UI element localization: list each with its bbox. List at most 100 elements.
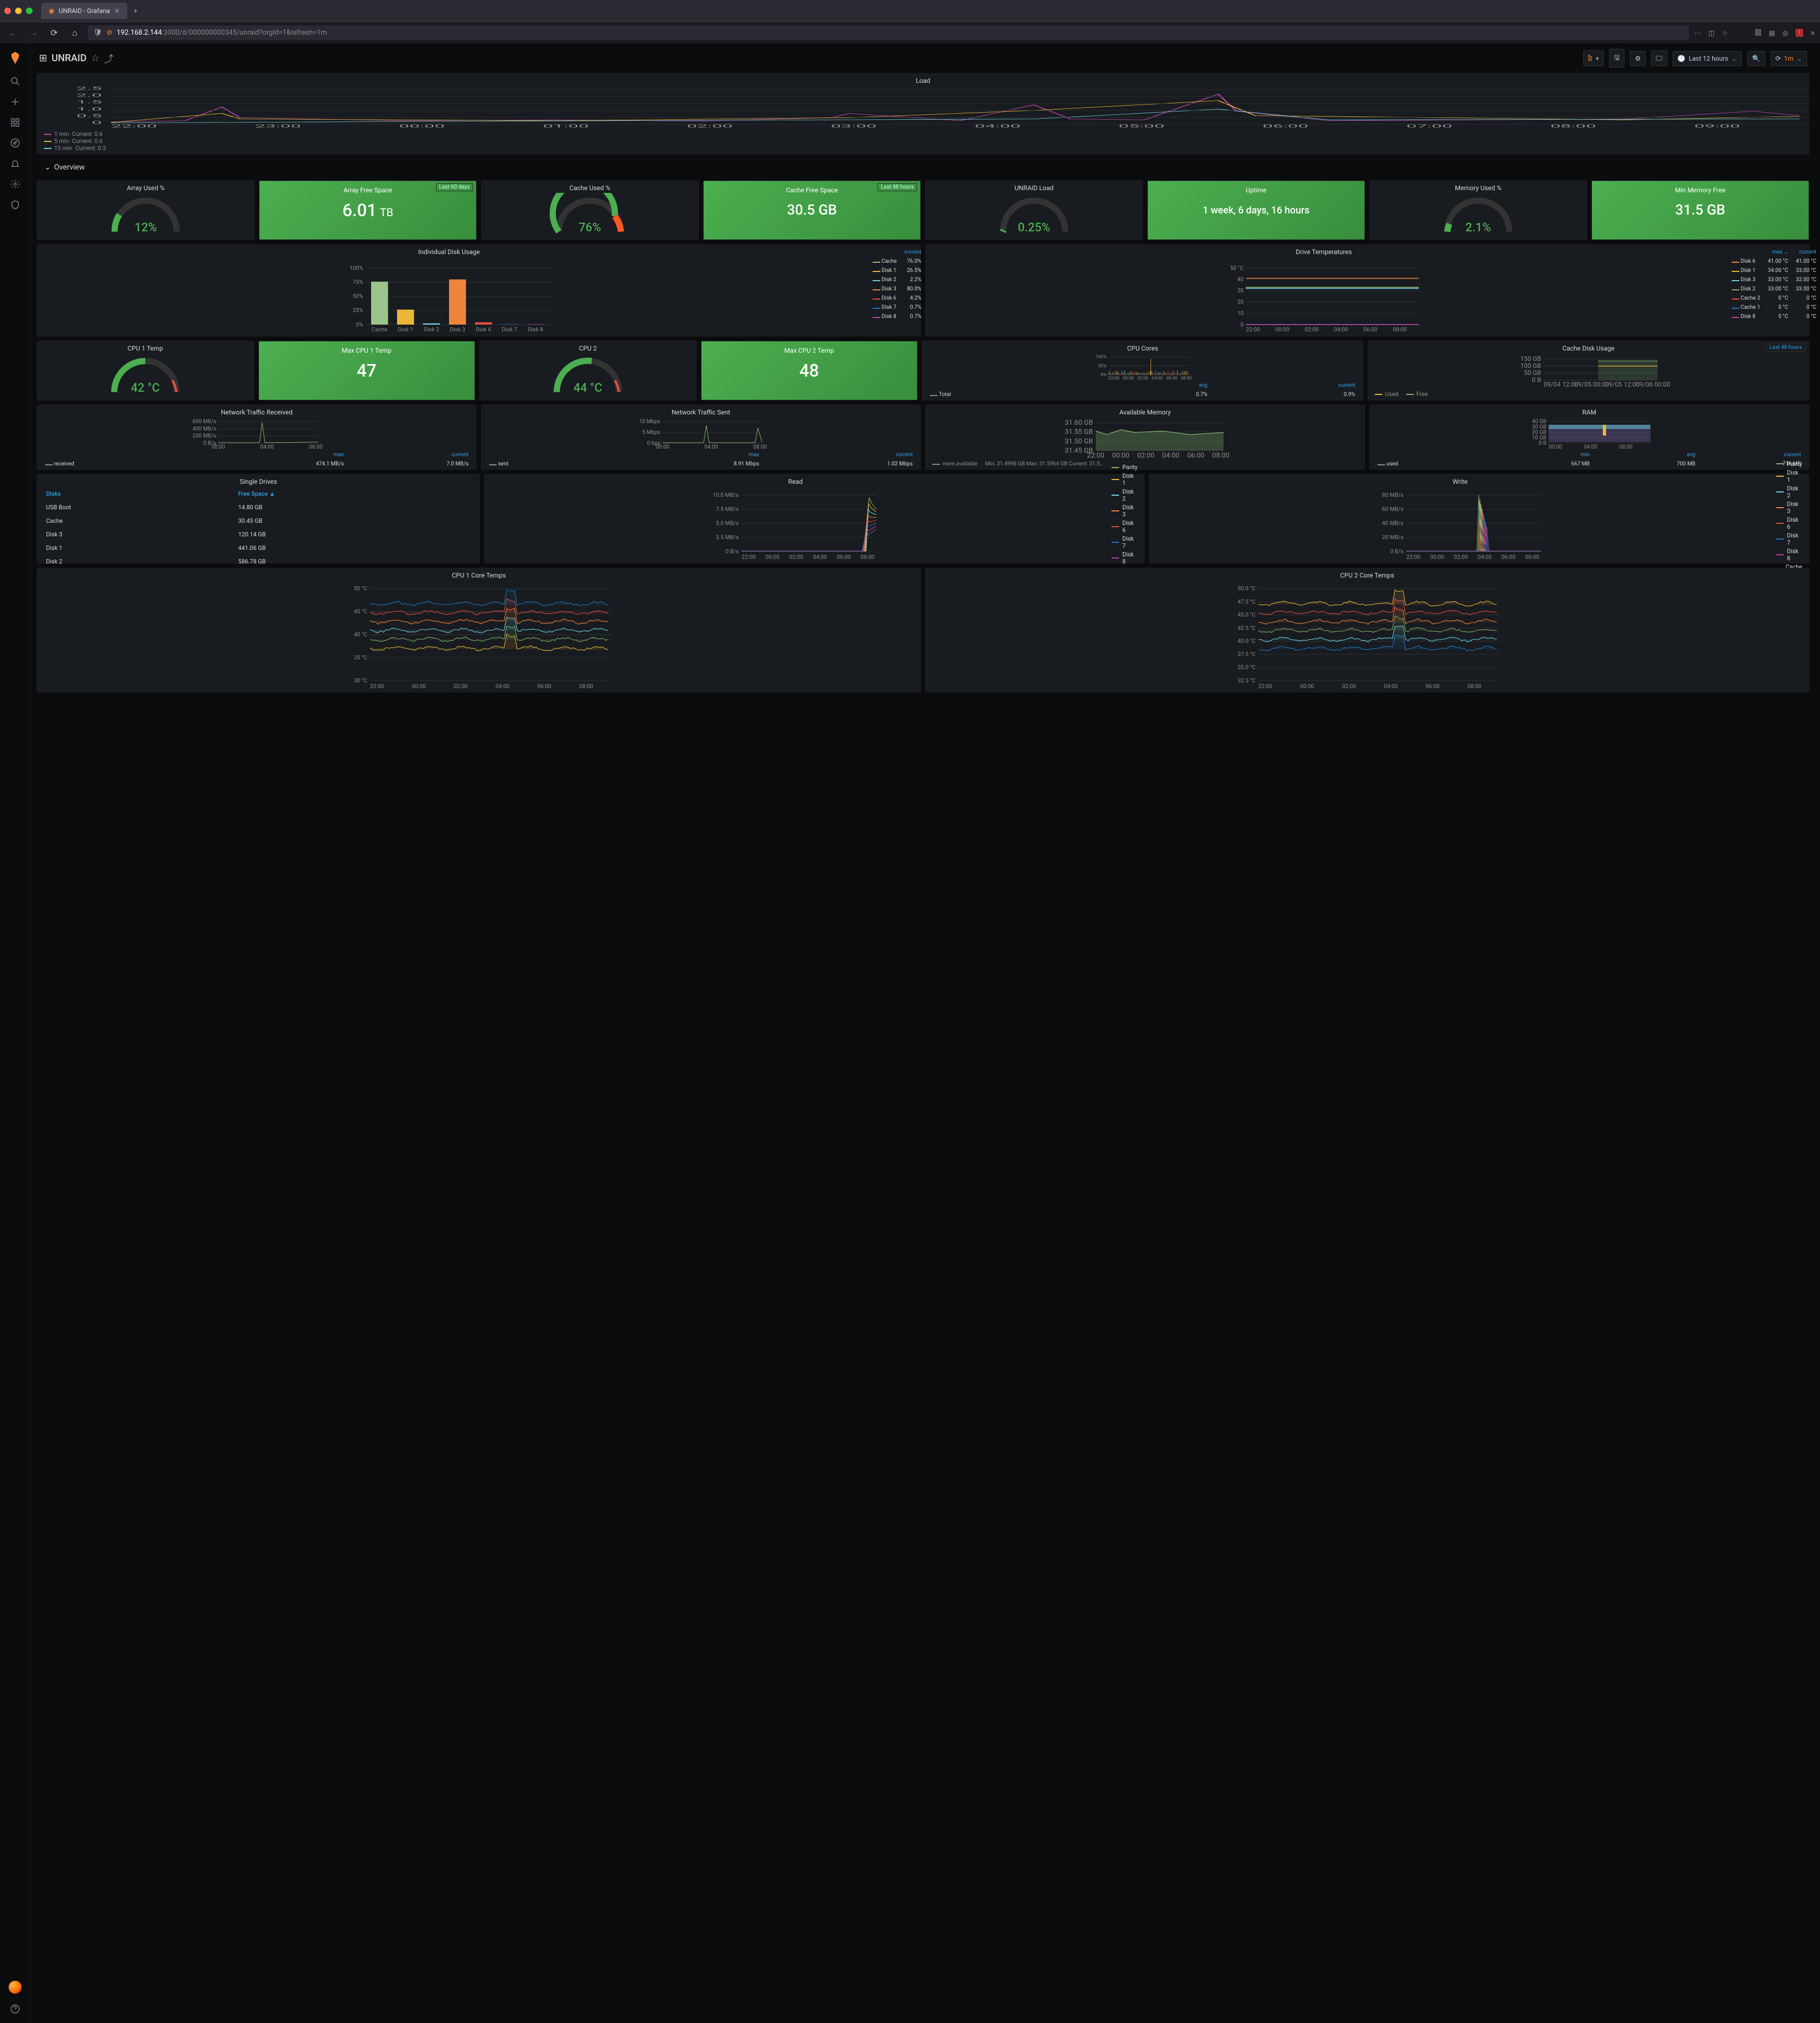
configuration-icon[interactable] [10, 179, 21, 190]
panel-avail-mem[interactable]: Available Memory 31.45 GB31.50 GB31.55 G… [925, 405, 1365, 470]
server-admin-icon[interactable] [10, 199, 21, 210]
panel-max-cpu2[interactable]: Max CPU 2 Temp 48 [701, 341, 918, 400]
back-button[interactable]: ← [5, 25, 21, 41]
add-panel-button[interactable]: ⫿⫾+ [1583, 50, 1604, 66]
extension-icon[interactable]: 1 [1796, 29, 1803, 37]
panel-net-tx[interactable]: Network Traffic Sent 0 bps5 Mbps10 Mbps0… [481, 405, 921, 470]
svg-text:40 GB: 40 GB [1532, 419, 1546, 425]
panel-write[interactable]: Write0 B/s20 MB/s40 MB/s60 MB/s80 MB/s22… [1149, 474, 1809, 563]
user-avatar[interactable] [9, 1981, 22, 1994]
panel-read[interactable]: Read0 B/s2.5 MB/s5.0 MB/s7.5 MB/s10.0 MB… [484, 474, 1145, 563]
home-button[interactable]: ⌂ [67, 25, 82, 41]
svg-text:06:00: 06:00 [837, 554, 851, 561]
minimize-window[interactable] [15, 8, 22, 14]
panel-memory-used[interactable]: Memory Used % 2.1% [1369, 180, 1587, 240]
account-icon[interactable]: ◎ [1783, 29, 1788, 37]
reader-icon[interactable]: ◫ [1708, 29, 1714, 37]
plus-icon[interactable] [10, 96, 21, 107]
window-controls[interactable] [4, 8, 39, 14]
dashboards-icon[interactable] [10, 117, 21, 128]
share-icon[interactable]: ⤴ [104, 51, 114, 66]
svg-text:04:00: 04:00 [496, 683, 510, 690]
forward-button[interactable]: → [26, 25, 41, 41]
bookmark-icon[interactable]: ☆ [1722, 29, 1728, 37]
panel-grid-icon[interactable]: ⊞ [39, 53, 47, 64]
svg-text:23:00: 23:00 [255, 124, 301, 128]
svg-text:30 GB: 30 GB [1532, 424, 1546, 430]
svg-text:02:00: 02:00 [1342, 683, 1356, 690]
table-row: Cache30.45 GB [38, 515, 478, 527]
panel-cpu-cores[interactable]: CPU Cores 0%50%100%22:0000:0002:0004:000… [922, 341, 1363, 400]
panel-cpu2-cores[interactable]: CPU 2 Core Temps 32.5 °C35.0 °C37.5 °C40… [925, 568, 1809, 692]
svg-text:08:00: 08:00 [1181, 375, 1192, 380]
panel-max-cpu1[interactable]: Max CPU 1 Temp 47 [258, 341, 476, 400]
reload-button[interactable]: ⟳ [47, 25, 62, 41]
menu-icon[interactable]: ≡ [1811, 29, 1815, 37]
panel-net-rx[interactable]: Network Traffic Received 0 B/s200 MB/s40… [37, 405, 477, 470]
svg-text:20 GB: 20 GB [1532, 430, 1546, 436]
grafana-logo[interactable] [7, 50, 23, 66]
panel-cpu1-temp[interactable]: CPU 1 Temp 42 °C [37, 341, 254, 400]
table-row: Disk 3120.14 GB [38, 528, 478, 541]
shield-icon[interactable]: 🛡 [93, 29, 102, 37]
panel-drive-temps[interactable]: Drive Temperatures 01020304050 °C22:0000… [925, 244, 1809, 336]
panel-uptime[interactable]: Uptime 1 week, 6 days, 16 hours [1147, 180, 1365, 240]
star-icon[interactable]: ☆ [91, 53, 100, 64]
svg-text:09/06 00:00: 09/06 00:00 [1636, 380, 1670, 388]
refresh-button[interactable]: ⟳ 1m ⌄ [1771, 51, 1807, 66]
panel-cache-free[interactable]: Cache Free Space Last 48 hours 30.5 GB [703, 180, 921, 240]
close-tab-icon[interactable]: ✕ [114, 7, 120, 15]
alerting-icon[interactable] [10, 158, 21, 169]
save-button[interactable]: 🖫 [1609, 49, 1624, 68]
panel-cache-used[interactable]: Cache Used % 76% [481, 180, 699, 240]
panel-single-drives[interactable]: Single Drives DisksFree Space ▲ USB Boot… [37, 474, 480, 563]
panel-cpu2[interactable]: CPU 2 44 °C [479, 341, 697, 400]
panel-min-mem-free[interactable]: Min Memory Free 31.5 GB [1591, 180, 1809, 240]
svg-text:04:00: 04:00 [1384, 683, 1398, 690]
svg-text:05:00: 05:00 [1119, 124, 1165, 128]
svg-text:100%: 100% [1096, 354, 1107, 360]
panel-cache-disk[interactable]: Cache Disk Usage Last 48 hours 0 B50 GB1… [1368, 341, 1809, 400]
maximize-window[interactable] [26, 8, 32, 14]
panel-title: Load [37, 74, 1809, 86]
library-icon[interactable]: ⫿⫿⫿ [1755, 29, 1761, 37]
svg-text:20: 20 [1237, 299, 1244, 306]
svg-text:04:00: 04:00 [1162, 451, 1180, 459]
svg-text:08:00: 08:00 [1467, 683, 1481, 690]
svg-text:22:00: 22:00 [1087, 451, 1104, 459]
browser-tab-bar: ◉ UNRAID - Grafana ✕ + [0, 0, 1820, 22]
close-window[interactable] [4, 8, 11, 14]
panel-cpu1-cores[interactable]: CPU 1 Core Temps 30 °C35 °C40 °C45 °C50 … [37, 568, 921, 692]
svg-text:Disk 8: Disk 8 [528, 326, 543, 333]
address-bar[interactable]: 🛡 ⊘ 192.168.2.144:3000/d/000000000345/un… [88, 25, 1689, 40]
sidebar-icon[interactable]: ▤ [1769, 29, 1775, 37]
search-icon[interactable] [10, 76, 21, 87]
time-range-picker[interactable]: 🕐 Last 12 hours ⌄ [1673, 51, 1742, 66]
dashboard-title[interactable]: UNRAID [51, 53, 87, 64]
site-info-icon[interactable]: ⊘ [107, 29, 113, 37]
svg-text:0 B/s: 0 B/s [1390, 548, 1403, 555]
url-host: 192.168.2.144 [116, 29, 161, 37]
settings-button[interactable]: ⚙ [1630, 51, 1646, 66]
panel-ram[interactable]: RAM 0 B10 GB20 GB30 GB40 GB00:0004:0008:… [1369, 405, 1809, 470]
svg-text:150 GB: 150 GB [1520, 355, 1541, 362]
svg-text:45 °C: 45 °C [354, 608, 367, 615]
panel-unraid-load[interactable]: UNRAID Load 0.25% [925, 180, 1143, 240]
panel-array-free[interactable]: Array Free Space Last 60 days 6.01TB [259, 180, 477, 240]
panel-array-used[interactable]: Array Used % 12% [37, 180, 255, 240]
svg-text:5 Mbps: 5 Mbps [642, 430, 660, 436]
overview-row-toggle[interactable]: ⌄ Overview [37, 159, 1809, 176]
svg-text:00:00: 00:00 [1275, 326, 1289, 333]
svg-text:30: 30 [1237, 287, 1244, 294]
help-icon[interactable] [10, 2003, 21, 2014]
panel-load[interactable]: Load 00.51.01.52.02.522:0023:0000:0001:0… [37, 73, 1809, 154]
browser-tab[interactable]: ◉ UNRAID - Grafana ✕ [41, 3, 127, 19]
explore-icon[interactable] [10, 138, 21, 148]
svg-text:37.5 °C: 37.5 °C [1238, 651, 1256, 658]
new-tab-button[interactable]: + [129, 3, 142, 19]
view-mode-button[interactable]: 🖵 [1651, 50, 1667, 66]
svg-text:2.5: 2.5 [76, 86, 102, 91]
more-icon[interactable]: ⋯ [1694, 29, 1701, 37]
zoom-out-button[interactable]: 🔍 [1747, 51, 1765, 66]
panel-disk-usage[interactable]: Individual Disk Usage 0%25%50%75%100%Cac… [37, 244, 921, 336]
